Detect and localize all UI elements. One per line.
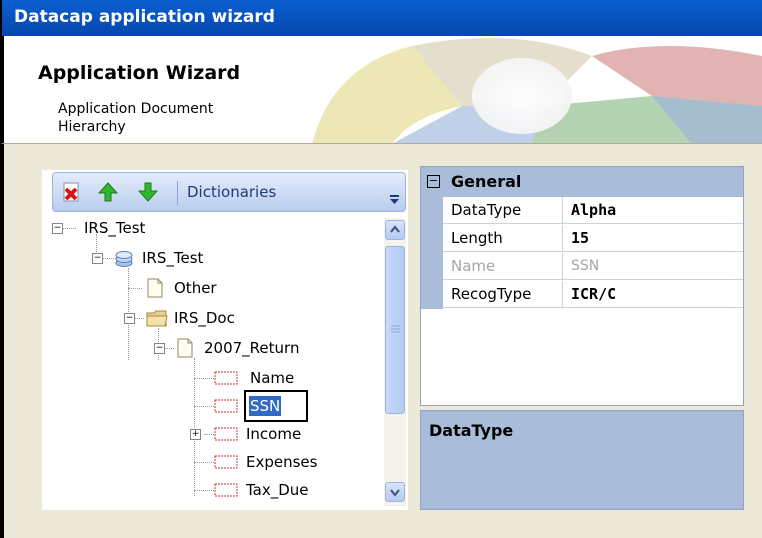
tree-node-label: Income (246, 425, 302, 443)
tree-node-root[interactable]: IRS_Test (84, 218, 145, 238)
property-key: RecogType (443, 281, 563, 308)
field-icon (214, 371, 238, 385)
property-row-length[interactable]: Length 15 (421, 225, 743, 253)
move-up-icon[interactable] (97, 181, 119, 203)
delete-icon[interactable] (61, 181, 83, 203)
property-grid: − General DataType Alpha Length 15 Name … (420, 166, 744, 406)
scroll-down-button[interactable] (385, 482, 405, 502)
scroll-thumb[interactable] (385, 246, 405, 414)
field-icon (214, 483, 238, 497)
property-value[interactable]: 15 (563, 225, 743, 252)
tree-node-label: IRS_Doc (174, 309, 235, 327)
rename-input-value: SSN (249, 396, 282, 416)
tree-node-application[interactable]: IRS_Test (142, 248, 203, 268)
property-category[interactable]: − General (421, 167, 743, 197)
tree-node-label: IRS_Test (84, 219, 146, 237)
property-description-title: DataType (429, 421, 514, 440)
page-icon (147, 278, 163, 298)
folder-icon (146, 310, 168, 327)
chevron-down-icon (390, 489, 400, 497)
property-key: Length (443, 225, 563, 252)
rename-input[interactable]: SSN (244, 390, 308, 422)
property-row-recogtype[interactable]: RecogType ICR/C (421, 281, 743, 309)
collapse-icon[interactable]: − (427, 175, 440, 188)
tree-expander[interactable]: − (52, 223, 63, 234)
property-value[interactable]: Alpha (563, 197, 743, 224)
page-subtitle: Application Document Hierarchy (58, 101, 214, 135)
tree-node-label: IRS_Test (142, 249, 204, 267)
layers-icon (115, 251, 133, 267)
property-row-name: Name SSN (421, 253, 743, 281)
property-key: DataType (443, 197, 563, 224)
tree-expander[interactable]: − (154, 343, 165, 354)
tree-node-other[interactable]: Other (174, 278, 217, 298)
tree-node-label: Name (250, 369, 295, 387)
tree-node-income[interactable]: Income (246, 424, 301, 444)
toolbar-overflow-icon[interactable] (390, 195, 399, 204)
tree-expander[interactable]: + (190, 429, 201, 440)
toolbar-separator (177, 181, 178, 205)
tree-node-tax-due[interactable]: Tax_Due (246, 480, 309, 500)
page-icon (177, 338, 193, 358)
tree-node-name[interactable]: Name (250, 368, 294, 388)
tree-node-label: 2007_Return (204, 339, 300, 357)
property-value[interactable]: ICR/C (563, 281, 743, 308)
property-description-pane: DataType (420, 410, 744, 510)
tree-node-expenses[interactable]: Expenses (246, 452, 317, 472)
dictionaries-button[interactable]: Dictionaries (187, 183, 276, 201)
property-row-datatype[interactable]: DataType Alpha (421, 197, 743, 225)
window-titlebar: Datacap application wizard (0, 0, 762, 36)
chevron-up-icon (390, 225, 400, 233)
tree-expander[interactable]: − (124, 313, 135, 324)
window-title: Datacap application wizard (14, 7, 275, 27)
wizard-banner-graphic (292, 36, 762, 143)
tree-node-label: Expenses (246, 453, 318, 471)
scroll-up-button[interactable] (385, 220, 405, 240)
tree-node-label: Other (174, 279, 217, 297)
field-icon (214, 427, 238, 441)
property-category-label: General (451, 172, 522, 191)
tree-node-2007-return[interactable]: 2007_Return (204, 338, 299, 358)
tree-node-label: Tax_Due (246, 481, 309, 499)
hierarchy-tree: − IRS_Test − IRS_Test Other − IRS_Doc − … (42, 212, 382, 510)
move-down-icon[interactable] (137, 181, 159, 203)
tree-scrollbar[interactable] (384, 218, 406, 506)
wizard-header: Application Wizard Application Document … (0, 36, 762, 144)
tree-expander[interactable]: − (92, 253, 103, 264)
hierarchy-toolbar: Dictionaries (52, 172, 406, 212)
property-key: Name (443, 253, 563, 280)
tree-node-irs-doc[interactable]: IRS_Doc (174, 308, 235, 328)
field-icon (214, 399, 238, 413)
page-title: Application Wizard (38, 62, 241, 84)
grip-icon (391, 325, 400, 333)
field-icon (214, 455, 238, 469)
property-value: SSN (563, 253, 743, 280)
